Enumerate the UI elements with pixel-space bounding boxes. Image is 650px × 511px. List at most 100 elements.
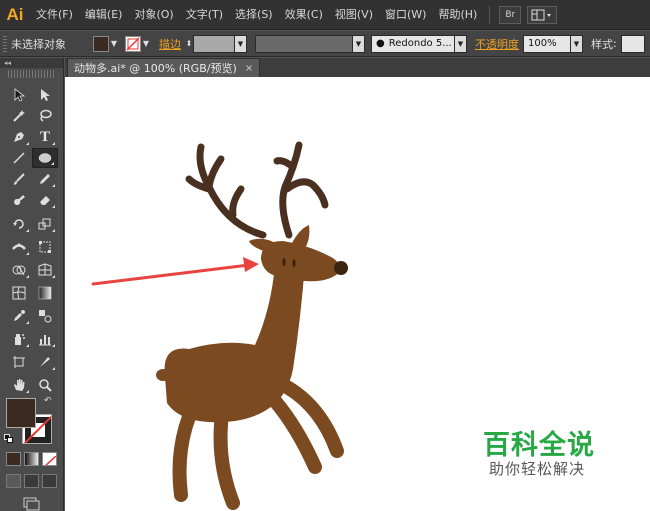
stroke-label[interactable]: 描边 bbox=[159, 36, 181, 52]
blob-brush-tool[interactable] bbox=[6, 190, 32, 210]
workspace-layout-icon bbox=[531, 9, 552, 20]
pen-tool[interactable] bbox=[6, 127, 32, 147]
scale-icon bbox=[38, 218, 51, 230]
left-antler-tine-2 bbox=[229, 185, 245, 219]
gradient-icon bbox=[38, 286, 52, 300]
chevron-down-icon[interactable]: ▼ bbox=[141, 36, 151, 52]
blend-tool[interactable] bbox=[32, 306, 58, 326]
graphic-style-swatch[interactable] bbox=[620, 34, 645, 53]
symbol-sprayer-icon bbox=[15, 334, 25, 345]
menu-select[interactable]: 选择(S) bbox=[229, 0, 279, 30]
reindeer-tail[interactable] bbox=[156, 369, 170, 381]
menu-file[interactable]: 文件(F) bbox=[30, 0, 79, 30]
draw-behind-button[interactable] bbox=[24, 474, 39, 488]
reindeer-antlers[interactable] bbox=[185, 141, 329, 239]
magic-wand-tool[interactable] bbox=[6, 106, 32, 126]
right-antler-tine-2 bbox=[273, 157, 297, 171]
type-tool[interactable]: T bbox=[32, 127, 58, 147]
pencil-tool[interactable] bbox=[32, 169, 58, 189]
style-colon: : bbox=[613, 37, 617, 50]
line-segment-icon bbox=[13, 152, 25, 164]
collapse-panel-icon[interactable]: ◂◂ bbox=[0, 58, 63, 68]
artboard-icon bbox=[13, 356, 25, 368]
arrange-documents-button[interactable] bbox=[527, 5, 558, 24]
width-tool[interactable] bbox=[6, 237, 32, 257]
scale-tool[interactable] bbox=[32, 214, 58, 234]
bridge-button[interactable]: Br bbox=[499, 5, 522, 24]
opacity-label[interactable]: 不透明度 bbox=[475, 36, 519, 52]
opacity-field[interactable]: 100% bbox=[523, 34, 571, 53]
eraser-tool[interactable] bbox=[32, 190, 58, 210]
screen-mode-button[interactable] bbox=[20, 496, 42, 511]
perspective-grid-tool[interactable] bbox=[32, 260, 58, 280]
control-bar-grip[interactable] bbox=[3, 35, 7, 52]
stroke-color-swatch[interactable] bbox=[125, 35, 141, 52]
close-icon[interactable]: × bbox=[245, 63, 253, 74]
draw-inside-button[interactable] bbox=[42, 474, 57, 488]
ellipse-tool-icon bbox=[38, 153, 52, 163]
chevron-down-icon[interactable]: ▼ bbox=[353, 34, 365, 53]
slice-tool[interactable] bbox=[32, 352, 58, 372]
back-leg-left bbox=[172, 400, 200, 502]
swap-fill-stroke-icon[interactable]: ↶ bbox=[44, 396, 52, 406]
menu-window[interactable]: 窗口(W) bbox=[379, 0, 432, 30]
document-tab[interactable]: 动物多.ai* @ 100% (RGB/预览) × bbox=[67, 58, 261, 77]
stepper-icon[interactable]: ⬍ bbox=[185, 36, 193, 52]
drawing-modes bbox=[6, 474, 60, 490]
zoom-tool[interactable] bbox=[32, 375, 58, 395]
lasso-tool[interactable] bbox=[32, 106, 58, 126]
selection-arrow-icon bbox=[14, 88, 26, 102]
direct-selection-arrow-icon bbox=[41, 89, 50, 101]
ellipse-tool[interactable] bbox=[32, 148, 58, 168]
reindeer-eye bbox=[292, 259, 296, 267]
menu-effect[interactable]: 效果(C) bbox=[279, 0, 329, 30]
free-transform-icon bbox=[39, 241, 51, 253]
chevron-down-icon[interactable]: ▼ bbox=[109, 36, 119, 52]
stroke-weight-field[interactable] bbox=[193, 34, 235, 53]
document-tab-title: 动物多.ai* @ 100% (RGB/预览) bbox=[74, 62, 237, 75]
reindeer-body[interactable] bbox=[164, 263, 306, 423]
gradient-button[interactable] bbox=[24, 452, 39, 466]
chevron-down-icon[interactable]: ▼ bbox=[235, 34, 247, 53]
lasso-icon bbox=[40, 109, 52, 122]
artboard-canvas[interactable]: 百科全说 助你轻松解决 bbox=[65, 77, 650, 511]
chevron-down-icon[interactable]: ▼ bbox=[455, 34, 467, 53]
direct-selection-tool[interactable] bbox=[32, 85, 58, 105]
fill-swatch[interactable] bbox=[6, 398, 36, 428]
symbol-sprayer-tool[interactable] bbox=[6, 329, 32, 349]
variable-width-profile[interactable] bbox=[255, 34, 353, 53]
shape-builder-tool[interactable] bbox=[6, 260, 32, 280]
color-button[interactable] bbox=[6, 452, 21, 466]
rotate-tool[interactable] bbox=[6, 214, 32, 234]
menu-type[interactable]: 文字(T) bbox=[180, 0, 229, 30]
selection-tool[interactable] bbox=[6, 85, 32, 105]
column-graph-tool[interactable] bbox=[32, 329, 58, 349]
tools-panel-grip[interactable] bbox=[8, 70, 55, 78]
artboard-tool[interactable] bbox=[6, 352, 32, 372]
chevron-down-icon[interactable]: ▼ bbox=[571, 34, 583, 53]
none-button[interactable] bbox=[42, 452, 57, 466]
gradient-tool[interactable] bbox=[32, 283, 58, 303]
document-tab-bar: 动物多.ai* @ 100% (RGB/预览) × bbox=[65, 58, 650, 77]
brush-definition-field[interactable]: ● Redondo 5... bbox=[371, 34, 455, 53]
menu-help[interactable]: 帮助(H) bbox=[432, 0, 483, 30]
paintbrush-tool[interactable] bbox=[6, 169, 32, 189]
mesh-tool[interactable] bbox=[6, 283, 32, 303]
hand-tool[interactable] bbox=[6, 375, 32, 395]
menu-bar: Ai 文件(F) 编辑(E) 对象(O) 文字(T) 选择(S) 效果(C) 视… bbox=[0, 0, 650, 30]
no-stroke-icon bbox=[126, 36, 140, 51]
none-icon bbox=[45, 455, 56, 465]
menu-edit[interactable]: 编辑(E) bbox=[79, 0, 129, 30]
menu-object[interactable]: 对象(O) bbox=[128, 0, 179, 30]
eyedropper-tool[interactable] bbox=[6, 306, 32, 326]
menu-view[interactable]: 视图(V) bbox=[329, 0, 379, 30]
column-graph-icon bbox=[39, 335, 51, 346]
draw-normal-button[interactable] bbox=[6, 474, 21, 488]
default-colors-icon[interactable] bbox=[4, 434, 14, 444]
line-segment-tool[interactable] bbox=[6, 148, 32, 168]
fill-color-swatch[interactable] bbox=[93, 35, 109, 52]
reindeer-nose[interactable] bbox=[334, 261, 348, 275]
free-transform-tool[interactable] bbox=[32, 237, 58, 257]
watermark-title: 百科全说 bbox=[483, 430, 595, 461]
zoom-icon bbox=[39, 379, 52, 392]
